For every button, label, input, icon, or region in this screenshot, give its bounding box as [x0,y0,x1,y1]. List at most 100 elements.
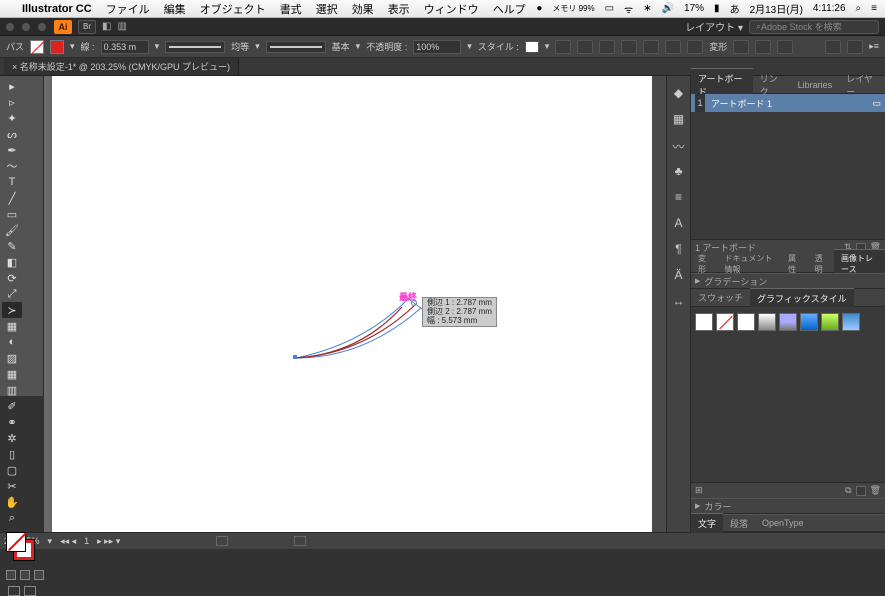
document-tab[interactable]: × 名称未設定-1* @ 203.25% (CMYK/GPU プレビュー) [4,58,239,75]
panel-icon-paragraph[interactable]: ¶ [672,242,686,256]
panel-icon-character[interactable]: A [672,216,686,230]
stock-search-input[interactable]: ⌕ Adobe Stock を検索 [749,20,879,34]
workspace-switcher[interactable]: レイアウト ▾ [685,19,743,34]
none-mode[interactable] [34,570,44,580]
shape-builder-tool[interactable]: ◐ [2,334,22,350]
eyedropper-tool[interactable]: ✐ [2,398,22,414]
align-l-button[interactable] [577,40,593,54]
panel-icon-stroke[interactable]: ≡ [672,190,686,204]
menu-effect[interactable]: 効果 [352,1,374,17]
artboard-row[interactable]: 1 アートボード 1 ▭ [691,94,885,112]
zoom-tool[interactable]: ⌕ [2,510,22,526]
sync-icon[interactable]: ◧ [102,21,111,32]
brush-definition[interactable] [266,41,326,53]
menu-view[interactable]: 表示 [388,1,410,17]
lasso-tool[interactable]: ᔕ [2,126,22,142]
gradient-tool[interactable]: ▥ [2,382,22,398]
arrange-icon[interactable]: ▥ [117,21,126,32]
graph-tool[interactable]: ▯ [2,446,22,462]
style-sky[interactable] [842,313,860,331]
direct-selection-tool[interactable]: ▹ [2,94,22,110]
curvature-tool[interactable]: 〜 [2,158,22,174]
more-button[interactable] [777,40,793,54]
bridge-button[interactable]: Br [78,20,96,34]
tab-graphic-styles[interactable]: グラフィックスタイル [750,288,854,308]
draw-normal[interactable] [8,586,20,596]
eraser-tool[interactable]: ◧ [2,254,22,270]
vertical-scrollbar[interactable] [652,76,666,532]
rectangle-tool[interactable]: ▭ [2,206,22,222]
notification-icon[interactable]: ≡ [871,3,877,14]
slice-tool[interactable]: ✂ [2,478,22,494]
panel-toggle-1[interactable] [825,40,841,54]
align-c-button[interactable] [599,40,615,54]
scale-tool[interactable]: ⤢ [2,286,22,302]
controlbar-menu-icon[interactable]: ▸≡ [869,41,879,52]
window-minimize[interactable] [22,23,30,31]
rotate-tool[interactable]: ⟳ [2,270,22,286]
menu-type[interactable]: 書式 [280,1,302,17]
menu-file[interactable]: ファイル [106,1,150,17]
style-white[interactable] [737,313,755,331]
align-r-button[interactable] [621,40,637,54]
canvas[interactable]: 最終 側辺 1 : 2.787 mm 側辺 2 : 2.787 mm 幅 : 5… [44,76,666,532]
opacity-input[interactable] [413,40,461,54]
artboard-tool[interactable]: ▢ [2,462,22,478]
transform-link[interactable]: 変形 [709,40,727,53]
align-t-button[interactable] [643,40,659,54]
spotlight-icon[interactable]: ⌕ [856,3,862,14]
style-default[interactable] [695,313,713,331]
hand-tool[interactable]: ✋ [2,494,22,510]
menu-help[interactable]: ヘルプ [493,1,526,17]
style-none[interactable] [716,313,734,331]
new-style-button[interactable] [856,486,866,496]
stroke-width-input[interactable] [101,40,149,54]
stroke-profile[interactable] [165,41,225,53]
window-close[interactable] [6,23,14,31]
fill-color[interactable] [6,532,26,552]
style-blue[interactable] [800,313,818,331]
vector-path[interactable] [44,76,664,532]
symbol-sprayer-tool[interactable]: ✲ [2,430,22,446]
menu-select[interactable]: 選択 [316,1,338,17]
artboard-nav-prev[interactable]: ◂◂ ◂ [60,536,76,547]
panel-icon-glyphs[interactable]: Ä [672,268,686,282]
panel-icon-color[interactable]: ◆ [672,86,686,100]
artboard-nav-next[interactable]: ▸ ▸▸ ▾ [97,536,120,547]
recolor-button[interactable] [555,40,571,54]
blend-tool[interactable]: ⚭ [2,414,22,430]
paintbrush-tool[interactable]: 🖌 [2,222,22,238]
edit-button[interactable] [755,40,771,54]
isolate-button[interactable] [733,40,749,54]
shaper-tool[interactable]: ✎ [2,238,22,254]
style-grad-soft[interactable] [779,313,797,331]
graphic-style-swatch[interactable] [525,41,539,53]
color-mode[interactable] [6,570,16,580]
menu-edit[interactable]: 編集 [164,1,186,17]
style-grad-gray[interactable] [758,313,776,331]
tab-swatches[interactable]: スウォッチ [691,288,750,307]
panel-icon-swatches[interactable]: ▦ [672,112,686,126]
menu-object[interactable]: オブジェクト [200,1,266,17]
panel-icon-transform[interactable]: ↔ [672,294,686,308]
selection-tool[interactable]: ▸ [2,78,22,94]
free-transform-tool[interactable]: ▦ [2,318,22,334]
styles-lib-icon[interactable]: ⊞ [695,485,703,496]
status-ime-icon[interactable]: あ [730,1,740,16]
mesh-tool[interactable]: ▦ [2,366,22,382]
align-b-button[interactable] [687,40,703,54]
tab-character[interactable]: 文字 [691,513,723,533]
color-header[interactable]: ▶カラー [691,498,885,514]
tab-opentype[interactable]: OpenType [755,515,811,531]
type-tool[interactable]: T [2,174,22,190]
status-icon-2[interactable] [294,536,306,546]
pen-tool[interactable]: ✒ [2,142,22,158]
artboard-number-field[interactable]: 1 [84,536,89,546]
delete-style-icon[interactable]: 🗑 [870,485,881,496]
tab-paragraph[interactable]: 段落 [723,514,755,533]
tab-close-icon[interactable]: × [12,62,17,72]
width-tool[interactable]: ≻ [2,302,22,318]
align-m-button[interactable] [665,40,681,54]
line-tool[interactable]: ╱ [2,190,22,206]
fill-swatch[interactable] [30,40,44,54]
